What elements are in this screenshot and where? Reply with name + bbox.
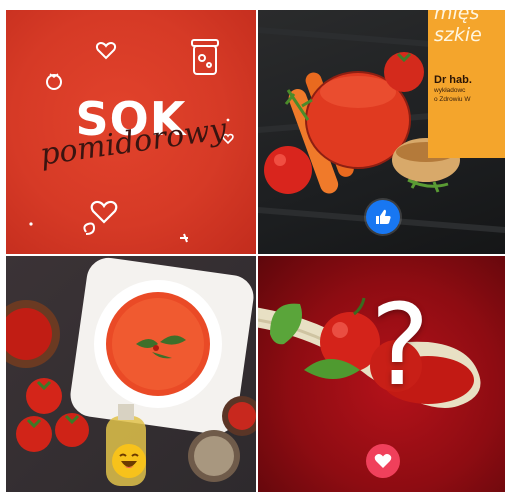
ad-author: Dr hab. bbox=[434, 74, 472, 86]
like-reaction-icon[interactable] bbox=[366, 200, 400, 234]
swirl-doodle-icon bbox=[83, 222, 96, 235]
tomato-soup-photo-tile[interactable] bbox=[6, 256, 256, 492]
tomato-question-photo-tile[interactable]: ? bbox=[258, 256, 505, 492]
heart-doodle-icon bbox=[90, 200, 118, 224]
thumbs-up-icon bbox=[376, 209, 391, 224]
heart-icon bbox=[374, 454, 392, 468]
ad-desc-line1: wykładowc bbox=[434, 87, 466, 94]
ad-author-block: Dr hab. wykładowc o Zdrowiu W bbox=[434, 74, 504, 104]
jar-doodle-icon bbox=[191, 39, 219, 75]
ad-banner[interactable]: mięs szkie Dr hab. wykładowc o Zdrowiu W bbox=[428, 10, 505, 158]
haha-reaction-icon[interactable] bbox=[112, 444, 146, 478]
ad-desc-line2: o Zdrowiu W bbox=[434, 96, 471, 103]
sok-pomidorowy-tile[interactable]: SOK pomidorowy bbox=[6, 10, 256, 254]
love-reaction-icon[interactable] bbox=[366, 444, 400, 478]
question-mark: ? bbox=[370, 281, 430, 411]
ad-headline: mięs szkie bbox=[434, 10, 482, 46]
tomato-juice-photo-tile[interactable]: mięs szkie Dr hab. wykładowc o Zdrowiu W bbox=[258, 10, 505, 254]
heart-doodle-icon bbox=[96, 42, 116, 60]
sparkle-doodle-icon bbox=[180, 233, 188, 243]
laughing-face-icon bbox=[119, 453, 139, 468]
